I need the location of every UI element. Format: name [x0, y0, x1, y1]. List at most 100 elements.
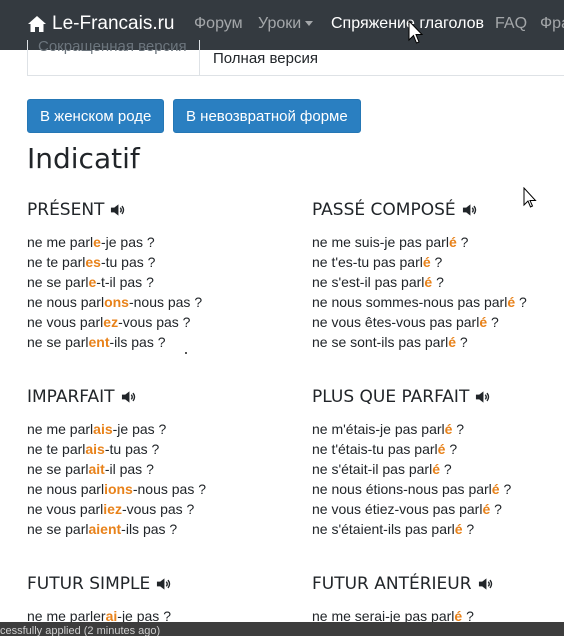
- conjugation-stem: ne se parl: [27, 461, 89, 477]
- conjugation-ending: aient: [88, 521, 122, 537]
- conjugation-rest: -t-il pas ?: [96, 274, 154, 290]
- conjugation-line: ne se sont-ils pas parlé ?: [312, 332, 527, 352]
- mouse-cursor-icon: [408, 20, 424, 44]
- conjugation-ending: é: [448, 334, 456, 350]
- conjugation-line: ne nous étions-nous pas parlé ?: [312, 479, 511, 499]
- tense-name: FUTUR SIMPLE: [27, 574, 151, 594]
- conjugation-rest: ?: [456, 234, 469, 250]
- conjugation-stem: ne nous sommes-nous pas parl: [312, 294, 508, 310]
- tense-name: IMPARFAIT: [27, 387, 115, 407]
- conjugation-stem: ne vous parl: [27, 501, 104, 517]
- conjugation-line: ne s'étaient-ils pas parlé ?: [312, 519, 511, 539]
- speaker-icon[interactable]: [110, 203, 125, 217]
- conjugation-rest: -vous pas ?: [121, 501, 195, 517]
- nav-french[interactable]: Фра: [540, 15, 564, 33]
- conjugation-ending: é: [479, 314, 488, 330]
- conjugation-ending: é: [454, 521, 463, 537]
- tense-block: FUTUR ANTÉRIEUR ne me serai-je pas parlé …: [312, 573, 493, 626]
- speaker-icon[interactable]: [475, 390, 490, 404]
- nav-lessons-label: Уроки: [258, 15, 302, 32]
- nav-lessons[interactable]: Уроки: [258, 15, 314, 33]
- tense-heading: FUTUR ANTÉRIEUR: [312, 573, 493, 595]
- tab-short-version[interactable]: Сокращенная версия: [38, 38, 187, 73]
- tense-heading: IMPARFAIT: [27, 386, 206, 408]
- conjugation-line: ne nous parlions-nous pas ?: [27, 479, 206, 499]
- conjugation-stem: ne s'est-il pas parl: [312, 274, 425, 290]
- conjugation-line: ne me suis-je pas parlé ?: [312, 232, 527, 252]
- conjugation-stem: ne me suis-je pas parl: [312, 234, 449, 250]
- brand-link[interactable]: Le-Francais.ru: [27, 13, 175, 35]
- home-icon: [28, 16, 46, 32]
- conjugation-stem: ne nous parl: [27, 481, 105, 497]
- tense-block: PASSÉ COMPOSÉ ne me suis-je pas parlé ? ne…: [312, 199, 527, 352]
- feminine-button[interactable]: В женском роде: [27, 99, 165, 133]
- conjugation-stem: ne s'était-il pas parl: [312, 461, 433, 477]
- conjugation-stem: ne nous parl: [27, 294, 105, 310]
- conjugation-line: ne vous parliez-vous pas ?: [27, 499, 206, 519]
- conjugation-stem: ne te parl: [27, 441, 86, 457]
- conjugation-rest: ?: [490, 501, 502, 517]
- mouse-cursor-icon: [523, 187, 537, 208]
- tense-block: PRÉSENT ne me parle-je pas ? ne te parles-…: [27, 199, 202, 352]
- nav-forum[interactable]: Форум: [194, 15, 243, 33]
- speaker-icon[interactable]: [478, 577, 493, 591]
- conjugation-rest: ?: [439, 461, 452, 477]
- conjugation-line: ne m'étais-je pas parlé ?: [312, 419, 511, 439]
- speaker-icon[interactable]: [121, 390, 136, 404]
- tense-heading: PASSÉ COMPOSÉ: [312, 199, 527, 221]
- conjugation-stem: ne me parl: [27, 421, 94, 437]
- conjugation-line: ne vous étiez-vous pas parlé ?: [312, 499, 511, 519]
- conjugation-stem: ne se parl: [27, 521, 89, 537]
- tab-full-version[interactable]: Полная версия: [199, 40, 564, 75]
- conjugation-rest: -ils pas ?: [121, 521, 178, 537]
- status-bar: cessfully applied (2 minutes ago): [0, 622, 564, 636]
- stray-dot: [185, 352, 187, 354]
- conjugation-ending: ais: [85, 441, 105, 457]
- conjugation-ending: é: [422, 254, 431, 270]
- conjugation-list: ne me suis-je pas parlé ? ne t'es-tu pas …: [312, 232, 527, 352]
- conjugation-rest: -je pas ?: [100, 234, 155, 250]
- conjugation-ending: iez: [103, 501, 122, 517]
- conjugation-ending: é: [491, 481, 500, 497]
- speaker-icon[interactable]: [156, 577, 171, 591]
- conjugation-ending: ions: [104, 481, 133, 497]
- conjugation-stem: ne te parl: [27, 254, 86, 270]
- conjugation-rest: ?: [499, 481, 512, 497]
- conjugation-ending: ait: [88, 461, 105, 477]
- nav-faq[interactable]: FAQ: [495, 15, 527, 33]
- mood-title: Indicatif: [27, 142, 140, 175]
- tense-block: IMPARFAIT ne me parlais-je pas ? ne te par…: [27, 386, 206, 539]
- conjugation-rest: -je pas ?: [112, 421, 167, 437]
- tense-block: FUTUR SIMPLE ne me parlerai-je pas ?: [27, 573, 171, 626]
- tense-heading: FUTUR SIMPLE: [27, 573, 171, 595]
- conjugation-rest: ?: [445, 441, 458, 457]
- conjugation-ending: es: [85, 254, 101, 270]
- conjugation-ending: é: [432, 461, 440, 477]
- tense-heading: PRÉSENT: [27, 199, 202, 221]
- conjugation-rest: -nous pas ?: [132, 481, 207, 497]
- conjugation-rest: -il pas ?: [104, 461, 154, 477]
- tense-block: PLUS QUE PARFAIT ne m'étais-je pas parlé …: [312, 386, 511, 539]
- conjugation-ending: ent: [88, 334, 110, 350]
- conjugation-stem: ne s'étaient-ils pas parl: [312, 521, 455, 537]
- conjugation-rest: -tu pas ?: [100, 254, 156, 270]
- conjugation-rest: ?: [515, 294, 527, 310]
- conjugation-line: ne te parles-tu pas ?: [27, 252, 202, 272]
- tense-heading: PLUS QUE PARFAIT: [312, 386, 511, 408]
- conjugation-line: ne me parlais-je pas ?: [27, 419, 206, 439]
- conjugation-rest: ?: [452, 421, 465, 437]
- speaker-icon[interactable]: [462, 203, 477, 217]
- conjugation-rest: ?: [455, 334, 468, 350]
- conjugation-rest: ?: [430, 254, 443, 270]
- conjugation-stem: ne se parl: [27, 274, 89, 290]
- conjugation-rest: ?: [487, 314, 499, 330]
- conjugation-rest: -tu pas ?: [104, 441, 160, 457]
- tense-name: PLUS QUE PARFAIT: [312, 387, 470, 407]
- conjugation-stem: ne nous étions-nous pas parl: [312, 481, 492, 497]
- conjugation-rest: -vous pas ?: [118, 314, 191, 330]
- non-reflexive-button[interactable]: В невозвратной форме: [173, 99, 361, 133]
- conjugation-stem: ne t'étais-tu pas parl: [312, 441, 438, 457]
- conjugation-rest: -ils pas ?: [109, 334, 166, 350]
- conjugation-ending: e: [93, 234, 101, 250]
- conjugation-line: ne nous sommes-nous pas parlé ?: [312, 292, 527, 312]
